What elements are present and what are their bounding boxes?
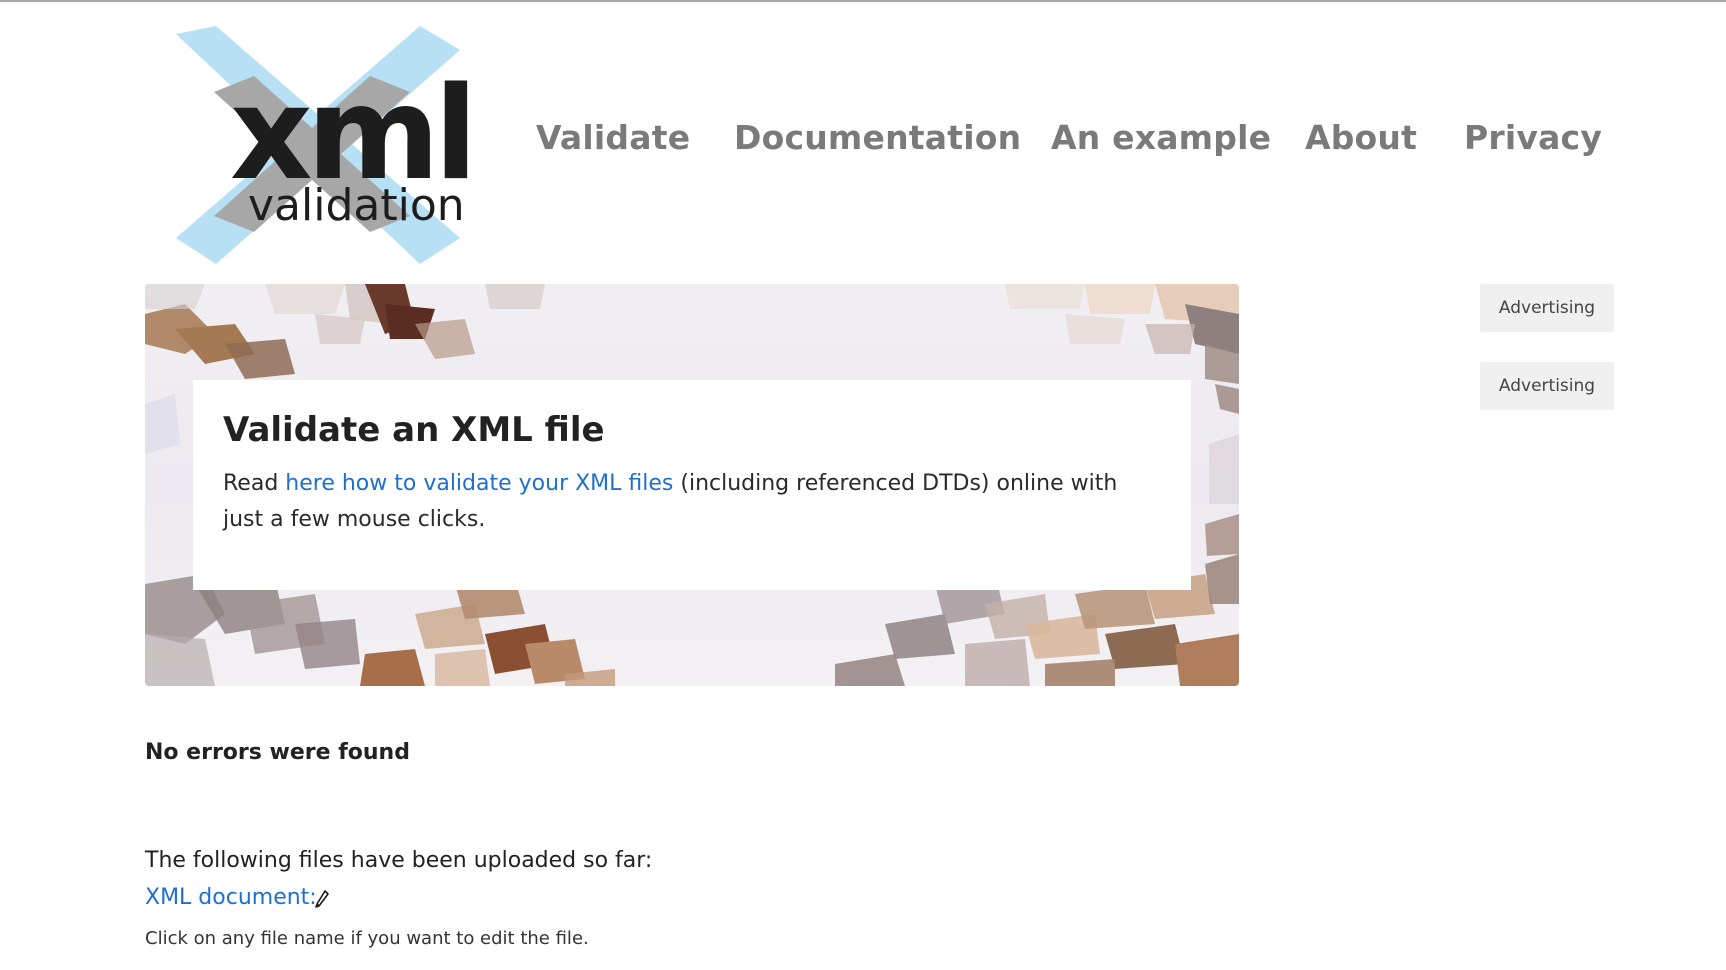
hero-card: Validate an XML file Read here how to va… — [193, 380, 1191, 590]
nav-an-example[interactable]: An example — [1051, 118, 1271, 157]
advertising-box[interactable]: Advertising — [1480, 284, 1614, 332]
nav-validate[interactable]: Validate — [536, 118, 690, 157]
how-to-validate-link[interactable]: here how to validate your XML files — [285, 471, 673, 496]
uploaded-files-label: The following files have been uploaded s… — [145, 848, 653, 873]
pencil-icon[interactable] — [314, 889, 330, 911]
xml-document-link[interactable]: XML document: — [145, 885, 317, 910]
nav-about[interactable]: About — [1305, 118, 1417, 157]
site-logo[interactable]: xml validation — [170, 26, 480, 264]
edit-hint: Click on any file name if you want to ed… — [145, 928, 589, 949]
logo-subword: validation — [248, 180, 465, 231]
page-title: Validate an XML file — [223, 410, 605, 450]
hero-description: Read here how to validate your XML files… — [223, 466, 1153, 538]
validation-result: No errors were found — [145, 740, 410, 765]
hero-banner: Validate an XML file Read here how to va… — [145, 284, 1239, 686]
nav-documentation[interactable]: Documentation — [734, 118, 1021, 157]
top-border — [0, 0, 1726, 2]
advertising-box[interactable]: Advertising — [1480, 362, 1614, 410]
hero-text-before: Read — [223, 471, 286, 496]
nav-privacy[interactable]: Privacy — [1464, 118, 1602, 157]
